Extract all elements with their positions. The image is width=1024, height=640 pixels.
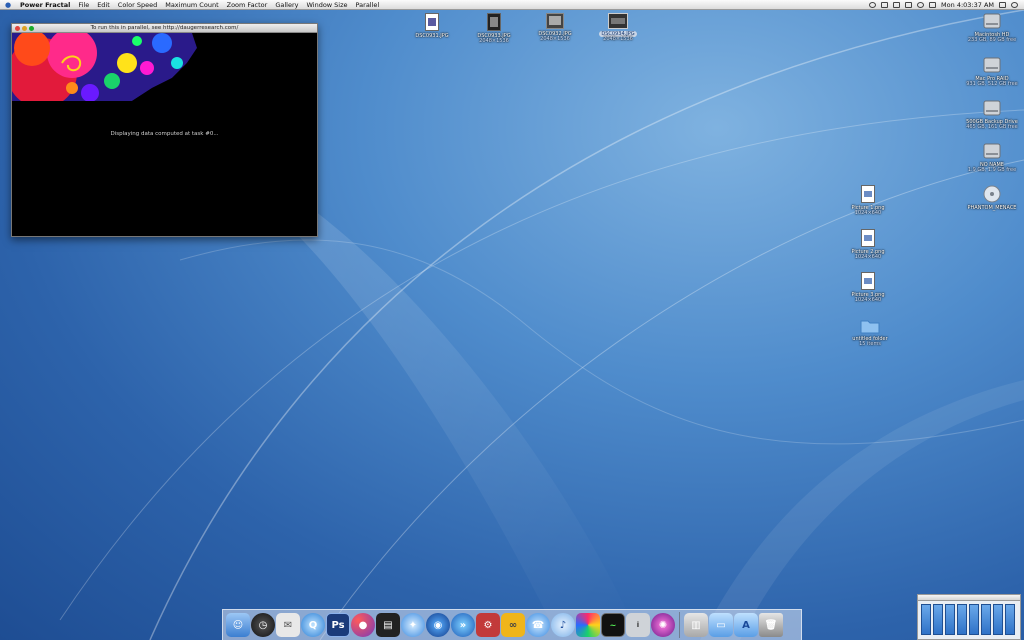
png-file-icon <box>861 272 875 290</box>
wifi-icon[interactable] <box>917 1 925 8</box>
desktop-file-picture-3[interactable]: Picture 3.png 1024×640 <box>838 272 898 303</box>
dock-folder-icon[interactable]: ▭ <box>709 613 733 637</box>
bluetooth-icon[interactable] <box>905 1 913 8</box>
dock-mail-icon[interactable]: ✉ <box>276 613 300 637</box>
desktop-file-picture-1[interactable]: Picture 1.png 1024×640 <box>838 185 898 216</box>
hard-drive-icon <box>983 143 1001 159</box>
menu-gallery[interactable]: Gallery <box>271 1 302 9</box>
menu-color-speed[interactable]: Color Speed <box>114 1 161 9</box>
menu-zoom-factor[interactable]: Zoom Factor <box>223 1 272 9</box>
dock-info-icon[interactable]: i <box>626 613 650 637</box>
hard-drive-icon <box>983 13 1001 29</box>
dock-car-icon[interactable]: ⚙ <box>476 613 500 637</box>
cpu-bar <box>933 604 943 635</box>
dock-docs-stack-icon[interactable]: ▥ <box>684 613 708 637</box>
menu-extras: Mon 4:03:37 AM <box>869 1 1024 9</box>
desktop-file-dsc0933[interactable]: DSC0933.JPG 2048×1536 <box>464 13 524 44</box>
sync-icon[interactable] <box>869 1 877 8</box>
status-text: Displaying data computed at task #0... <box>110 131 219 137</box>
dock-itunes-icon[interactable]: ♪ <box>551 613 575 637</box>
display-icon[interactable] <box>881 1 889 8</box>
cd-disc-icon <box>983 185 1001 203</box>
menu-edit[interactable]: Edit <box>93 1 114 9</box>
folder-icon <box>860 320 880 334</box>
menu-maximum-count[interactable]: Maximum Count <box>161 1 222 9</box>
volume-backup-drive[interactable]: 500GB Backup Drive 465 GB, 161 GB free <box>962 99 1022 130</box>
dock-photoshop-icon[interactable]: Ps <box>326 613 350 637</box>
image-file-icon <box>425 13 439 31</box>
fractal-image[interactable] <box>12 33 317 101</box>
close-button[interactable] <box>15 26 20 31</box>
dock-pinwheel-icon[interactable]: ✺ <box>651 613 675 637</box>
cpu-bar <box>921 604 931 635</box>
image-file-icon <box>546 13 564 29</box>
dock-trash-icon[interactable]: 🗑 <box>759 613 783 637</box>
spotlight-icon[interactable] <box>1011 1 1018 8</box>
menu-app-name[interactable]: Power Fractal <box>16 1 74 9</box>
menu-window-size[interactable]: Window Size <box>302 1 351 9</box>
menu-clock[interactable]: Mon 4:03:37 AM <box>941 1 994 9</box>
cpu-bar <box>1005 604 1015 635</box>
cpu-bar <box>969 604 979 635</box>
volume-mac-pro-raid[interactable]: Mac Pro RAID 931 GB, 512 GB free <box>962 56 1022 87</box>
menu-parallel[interactable]: Parallel <box>352 1 384 9</box>
png-file-icon <box>861 229 875 247</box>
png-file-icon <box>861 185 875 203</box>
dock: ☺ ◷ ✉ Q Ps ● ▤ ✦ ◉ » ⚙ ∞ ☎ ♪ ~ i ✺ ▥ ▭ A… <box>222 609 802 640</box>
desktop-file-dsc0934[interactable]: DSC0934.JPG 2048×1536 <box>588 13 648 42</box>
desktop-file-dsc0931[interactable]: DSC0931.JPG <box>402 13 462 39</box>
cpu-bar <box>957 604 967 635</box>
dock-activity-monitor-icon[interactable]: ~ <box>601 613 625 637</box>
cpu-bar <box>945 604 955 635</box>
dock-loop-icon[interactable]: ∞ <box>501 613 525 637</box>
cpu-bar <box>981 604 991 635</box>
user-icon[interactable] <box>999 1 1006 8</box>
hard-drive-icon <box>983 57 1001 73</box>
dock-dashboard-icon[interactable]: ◷ <box>251 613 275 637</box>
hard-drive-icon <box>983 100 1001 116</box>
zoom-button[interactable] <box>29 26 34 31</box>
volume-no-name[interactable]: NO NAME 1.9 GB, 1.9 GB free <box>962 142 1022 173</box>
battery-icon[interactable] <box>893 1 901 8</box>
dock-safari-icon[interactable]: ✦ <box>401 613 425 637</box>
dock-color-icon[interactable]: ● <box>351 613 375 637</box>
desktop-file-picture-2[interactable]: Picture 2.png 1024×640 <box>838 229 898 260</box>
volume-macintosh-hd[interactable]: Macintosh HD 233 GB, 89 GB free <box>962 12 1022 43</box>
dock-forward-icon[interactable]: » <box>451 613 475 637</box>
minimize-button[interactable] <box>22 26 27 31</box>
cpu-monitor-panel[interactable] <box>917 594 1021 640</box>
window-titlebar[interactable]: To run this in parallel, see http://daug… <box>12 24 317 33</box>
dock-finder-icon[interactable]: ☺ <box>226 613 250 637</box>
dock-applications-icon[interactable]: A <box>734 613 758 637</box>
image-file-icon <box>487 13 501 31</box>
apple-menu-icon[interactable]: ● <box>0 1 16 9</box>
desktop-untitled-folder[interactable]: untitled folder 15 items <box>840 318 900 347</box>
dock-globe-icon[interactable]: ◉ <box>426 613 450 637</box>
dock-ichat-av-icon[interactable]: ☎ <box>526 613 550 637</box>
image-file-icon <box>608 13 628 29</box>
desktop-file-dsc0932[interactable]: DSC0932.JPG 2048×1536 <box>525 13 585 42</box>
fractal-window: To run this in parallel, see http://daug… <box>11 23 318 237</box>
window-title: To run this in parallel, see http://daug… <box>90 25 239 31</box>
dock-fractal-icon[interactable] <box>576 613 600 637</box>
cpu-bars <box>918 601 1020 638</box>
dock-ichat-icon[interactable]: Q <box>301 613 325 637</box>
menu-file[interactable]: File <box>74 1 93 9</box>
dock-clapper-icon[interactable]: ▤ <box>376 613 400 637</box>
menu-bar: ● Power Fractal File Edit Color Speed Ma… <box>0 0 1024 10</box>
volume-icon[interactable] <box>929 1 937 8</box>
cpu-bar <box>993 604 1003 635</box>
dock-separator <box>679 612 680 638</box>
volume-phantom-menace[interactable]: PHANTOM_MENACE <box>962 185 1022 211</box>
